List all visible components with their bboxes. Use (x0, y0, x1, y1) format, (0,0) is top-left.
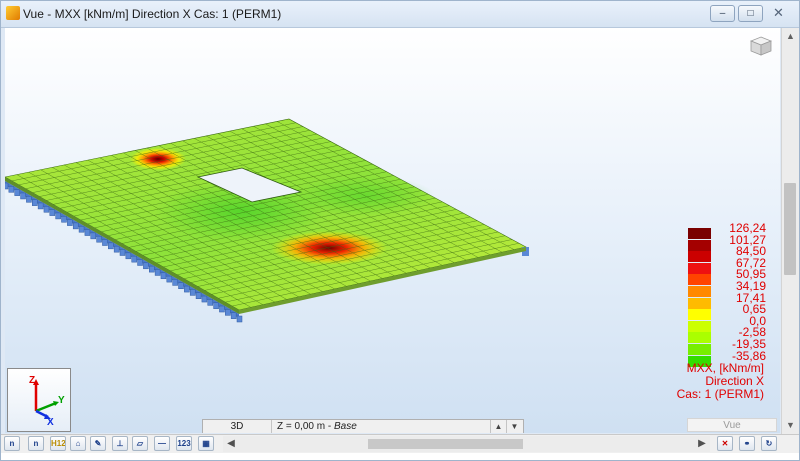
h12-label: H12 (51, 439, 66, 448)
support-node (84, 229, 91, 236)
grid-icon[interactable]: ▦ (198, 436, 214, 451)
support-node (55, 212, 61, 220)
support-node (20, 192, 26, 200)
legend-swatch (688, 251, 711, 263)
vertical-scrollbar[interactable]: ▲ ▼ (781, 28, 799, 434)
support-node (108, 242, 114, 250)
legend-value: -35,86 (731, 348, 766, 363)
house-icon[interactable]: ⌂ (70, 436, 86, 451)
support-node (96, 235, 102, 243)
support-icon[interactable]: ⊥ (112, 436, 128, 451)
support-node (43, 206, 50, 213)
support-node (201, 295, 208, 303)
app-icon (6, 6, 20, 20)
legend-swatch (688, 320, 711, 332)
legend-swatch (688, 228, 711, 239)
support-node (67, 219, 73, 226)
legend-swatch (688, 309, 711, 321)
support-node (14, 189, 20, 196)
legend-swatch (688, 274, 711, 286)
vue-tab[interactable]: Vue (687, 418, 777, 432)
support-node (154, 269, 161, 276)
support-node (207, 299, 213, 306)
support-node (219, 305, 225, 313)
view-cube-icon[interactable] (750, 36, 772, 56)
support-node (178, 282, 184, 289)
line-icon[interactable]: — (154, 436, 170, 451)
maximize-button[interactable]: □ (738, 5, 763, 22)
z-axis-label: Z (29, 375, 36, 386)
scroll-left-icon[interactable]: ◀ (223, 436, 239, 452)
support-node (160, 272, 167, 280)
legend-swatch (688, 297, 711, 309)
support-node (189, 289, 196, 296)
pencil-icon[interactable]: ✎ (90, 436, 106, 451)
support-node (32, 199, 38, 206)
support-node (113, 245, 120, 253)
3d-viewport[interactable]: 126,24 101,27 84,50 67,72 50,95 34,19 17,41 0,6… (5, 28, 780, 433)
legend-caption: Cas: 1 (PERM1) (676, 387, 764, 402)
view-status-bar: 3D Z = 0,00 m - Base ▲ ▼ (202, 419, 524, 433)
support-node (236, 315, 243, 323)
view-mode-button[interactable]: 3D (203, 420, 272, 433)
support-node (26, 196, 32, 203)
close-button[interactable]: ✕ (766, 5, 791, 22)
scroll-up-icon[interactable]: ▲ (782, 28, 799, 45)
disable-view-icon[interactable]: ✕ (717, 436, 733, 451)
support-node (49, 209, 56, 216)
support-node (102, 239, 108, 246)
y-axis-label: Y (58, 395, 65, 406)
horizontal-scroll-thumb[interactable] (368, 439, 523, 449)
toolbar-button-n2[interactable]: n (28, 436, 44, 451)
minimize-button[interactable]: – (710, 5, 735, 22)
support-node (61, 216, 67, 223)
scroll-down-icon[interactable]: ▼ (782, 417, 799, 434)
legend-swatch (688, 344, 711, 355)
window-title: Vue - MXX [kNm/m] Direction X Cas: 1 (PE… (23, 7, 282, 21)
support-node (172, 279, 178, 286)
support-node (225, 309, 231, 316)
level-name: Base (333, 421, 357, 432)
support-node (5, 182, 9, 190)
level-selector[interactable]: Z = 0,00 m - Base (277, 420, 357, 433)
support-node (213, 302, 219, 309)
support-node (37, 202, 44, 210)
plane-icon[interactable]: ▱ (132, 436, 148, 451)
scroll-right-icon[interactable]: ▶ (694, 436, 710, 452)
toolbar-button-123[interactable]: 123 (176, 436, 192, 451)
horizontal-scrollbar[interactable]: ◀ ▶ (223, 436, 710, 452)
support-node (131, 255, 137, 263)
level-up-button[interactable]: ▲ (490, 420, 506, 433)
support-node (149, 265, 155, 273)
support-node (72, 222, 79, 230)
support-node (78, 225, 85, 233)
level-down-button[interactable]: ▼ (506, 420, 522, 433)
support-node (166, 275, 173, 283)
legend-swatch (688, 262, 711, 274)
legend-swatch (688, 332, 711, 344)
support-node (119, 249, 126, 256)
bottom-toolbar: n n H12 ⌂ ✎ ⊥ ▱ — 123 ▦ ◀ ▶ ✕ ⚭ ↻ (1, 434, 799, 453)
support-node (143, 262, 149, 270)
support-node (230, 312, 237, 319)
legend-swatch (688, 239, 711, 251)
toolbar-button-n1[interactable]: n (4, 436, 20, 451)
support-node (8, 186, 15, 193)
title-bar[interactable]: Vue - MXX [kNm/m] Direction X Cas: 1 (PE… (1, 1, 799, 28)
support-node (125, 252, 132, 260)
support-node (137, 259, 143, 266)
support-node (184, 285, 190, 293)
level-prefix: Z = 0,00 m - (277, 421, 334, 432)
link-icon[interactable]: ⚭ (739, 436, 755, 451)
x-axis-label: X (47, 417, 54, 428)
support-node (90, 232, 96, 240)
result-view-window: Vue - MXX [kNm/m] Direction X Cas: 1 (PE… (0, 0, 800, 461)
refresh-icon[interactable]: ↻ (761, 436, 777, 451)
toolbar-button-h12[interactable]: H12 (50, 436, 66, 451)
window-bottom-edge (1, 453, 799, 460)
support-node (195, 292, 202, 299)
vertical-scroll-thumb[interactable] (784, 183, 796, 275)
legend-swatch (688, 286, 711, 297)
axis-triad: Z Y X (7, 368, 71, 432)
